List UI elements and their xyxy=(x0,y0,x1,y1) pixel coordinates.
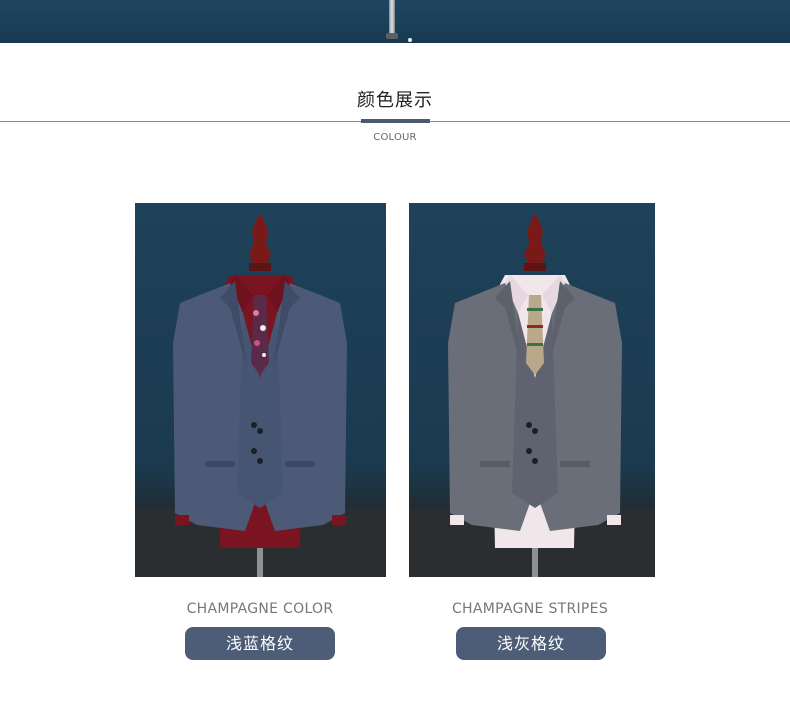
section-title: 颜色展示 xyxy=(357,90,433,111)
suit-illustration xyxy=(409,213,655,577)
top-banner-image xyxy=(0,0,790,43)
suit-illustration xyxy=(135,213,386,577)
mannequin-stand xyxy=(389,0,395,36)
product-label-champagne-color: CHAMPAGNE COLOR xyxy=(186,601,334,617)
product-image-blue-check-suit[interactable] xyxy=(135,203,386,577)
variant-button-light-grey-check[interactable]: 浅灰格纹 xyxy=(456,627,606,660)
product-image-grey-check-suit[interactable] xyxy=(409,203,655,577)
title-accent-bar xyxy=(361,119,430,123)
variant-button-light-blue-check[interactable]: 浅蓝格纹 xyxy=(185,627,335,660)
banner-highlight xyxy=(408,38,412,42)
mannequin-stand-base xyxy=(386,33,398,39)
section-subtitle: COLOUR xyxy=(373,132,417,143)
product-label-champagne-stripes: CHAMPAGNE STRIPES xyxy=(451,601,609,617)
